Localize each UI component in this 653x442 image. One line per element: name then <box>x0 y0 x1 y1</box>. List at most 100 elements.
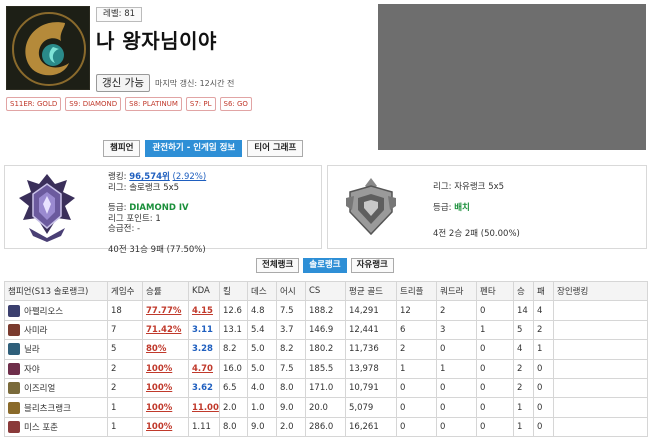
quadra-cell: 1 <box>436 358 477 379</box>
column-header[interactable]: 평균 골드 <box>345 280 397 302</box>
l-value: 1 <box>537 344 543 355</box>
w-value: 2 <box>517 363 523 374</box>
w-value: 1 <box>517 421 523 432</box>
tab-tier-graph[interactable]: 티어 그래프 <box>247 140 304 157</box>
column-header[interactable]: 게임수 <box>107 280 143 302</box>
summoner-name: 나 왕자님이야 <box>96 29 217 53</box>
l-cell: 0 <box>533 358 554 379</box>
kda-value: 11.00 <box>192 402 219 413</box>
table-body: 아펠리오스 18 77.77% 4.15 12.6 4.8 7.5 188.2 14,291 12… <box>4 300 648 438</box>
games-cell: 18 <box>107 300 143 321</box>
queue-all-button[interactable]: 전체랭크 <box>256 258 300 273</box>
table-row[interactable]: 아펠리오스 18 77.77% 4.15 12.6 4.8 7.5 188.2 14,291 12… <box>4 300 648 321</box>
quadra-value: 0 <box>440 344 446 355</box>
gold-cell: 16,261 <box>345 416 397 438</box>
k-cell: 2.0 <box>219 397 248 418</box>
triple-cell: 12 <box>396 300 437 321</box>
rank-percent[interactable]: (2.92%) <box>173 172 207 182</box>
champion-name: 미스 포춘 <box>24 422 58 433</box>
champion-cell[interactable]: 블리츠크랭크 <box>4 397 108 418</box>
triple-cell: 6 <box>396 319 437 341</box>
k-value: 8.0 <box>223 421 237 432</box>
table-row[interactable]: 블리츠크랭크 1 100% 11.00 2.0 1.0 9.0 20.0 5,079 0 0 0 1 0 <box>4 397 648 418</box>
d-cell: 4.8 <box>247 300 277 321</box>
column-header[interactable]: 챔피언(S13 솔로랭크) <box>4 280 108 302</box>
league-line: 리그: 솔로랭크 5x5 <box>108 182 180 193</box>
penta-value: 0 <box>480 344 486 355</box>
kda-value: 4.70 <box>192 363 213 374</box>
queue-filter: 전체랭크 솔로랭크 자유랭크 <box>256 258 394 273</box>
l-value: 0 <box>537 402 543 413</box>
penta-value: 0 <box>480 305 486 316</box>
table-row[interactable]: 닐라 5 80% 3.28 8.2 5.0 8.2 180.2 11,736 2 0 0 4 1 <box>4 339 648 360</box>
w-value: 1 <box>517 402 523 413</box>
cs-cell: 171.0 <box>305 377 346 399</box>
champion-cell[interactable]: 자야 <box>4 358 108 379</box>
triple-value: 12 <box>400 305 411 316</box>
penta-cell: 0 <box>476 300 514 321</box>
rank-cell <box>553 339 648 360</box>
a-value: 8.2 <box>280 344 294 355</box>
a-cell: 7.5 <box>276 358 306 379</box>
tab-row: 챔피언 관전하기 - 인게임 정보 티어 그래프 <box>103 140 304 157</box>
d-value: 9.0 <box>251 421 265 432</box>
unranked-emblem-icon <box>346 178 396 236</box>
column-header[interactable]: 어시 <box>276 280 306 302</box>
triple-cell: 0 <box>396 377 437 399</box>
renew-button[interactable]: 갱신 가능 <box>96 74 150 92</box>
champion-cell[interactable]: 아펠리오스 <box>4 300 108 321</box>
triple-value: 0 <box>400 402 406 413</box>
wr-cell: 100% <box>142 397 189 418</box>
table-row[interactable]: 자야 2 100% 4.70 16.0 5.0 7.5 185.5 13,978 1 1 0 2 0 <box>4 358 648 379</box>
cs-cell: 286.0 <box>305 416 346 438</box>
table-row[interactable]: 미스 포춘 1 100% 1.11 8.0 9.0 2.0 286.0 16,261 0 0 0 1 0 <box>4 416 648 438</box>
column-header[interactable]: 킬 <box>219 280 248 302</box>
table-header-row: 챔피언(S13 솔로랭크) 게임수 승률 KDA 킬 데스 어시 CS 평균 골드 트리플 쿼드라 펜… <box>4 280 648 302</box>
a-value: 7.5 <box>280 363 294 374</box>
column-header[interactable]: 장인랭킹 <box>553 280 648 302</box>
league-points-line: 리그 포인트: 1 <box>108 213 161 224</box>
column-header[interactable]: 펜타 <box>476 280 514 302</box>
column-header[interactable]: 트리플 <box>396 280 437 302</box>
column-header[interactable]: 데스 <box>247 280 277 302</box>
column-header[interactable]: 패 <box>533 280 554 302</box>
column-header[interactable]: CS <box>305 280 346 302</box>
rank-value-link[interactable]: 96,574위 <box>129 172 170 182</box>
season-badge: S11ER: GOLD <box>6 97 62 111</box>
table-row[interactable]: 이즈리얼 2 100% 3.62 6.5 4.0 8.0 171.0 10,791 0 0 0 2 0 <box>4 377 648 399</box>
table-row[interactable]: 사미라 7 71.42% 3.11 13.1 5.4 3.7 146.9 12,441 6 3 1 5 2 <box>4 319 648 341</box>
w-value: 14 <box>517 305 528 316</box>
penta-value: 0 <box>480 402 486 413</box>
column-header[interactable]: 쿼드라 <box>436 280 477 302</box>
triple-value: 2 <box>400 344 406 355</box>
tab-spectate[interactable]: 관전하기 - 인게임 정보 <box>145 140 243 157</box>
l-value: 0 <box>537 421 543 432</box>
column-header[interactable]: KDA <box>188 280 220 302</box>
gold-value: 5,079 <box>349 402 374 413</box>
kda-value: 1.11 <box>192 421 211 432</box>
queue-solo-button[interactable]: 솔로랭크 <box>303 258 347 273</box>
champion-name: 블리츠크랭크 <box>24 403 71 414</box>
queue-flex-button[interactable]: 자유랭크 <box>350 258 394 273</box>
column-header[interactable]: 승 <box>513 280 534 302</box>
champion-cell[interactable]: 이즈리얼 <box>4 377 108 399</box>
a-cell: 8.0 <box>276 377 306 399</box>
d-cell: 5.4 <box>247 319 277 341</box>
season-badge: S9: DIAMOND <box>65 97 122 111</box>
column-header[interactable]: 승률 <box>142 280 189 302</box>
champion-cell[interactable]: 닐라 <box>4 339 108 360</box>
a-cell: 3.7 <box>276 319 306 341</box>
tab-champion[interactable]: 챔피언 <box>103 140 141 157</box>
a-value: 7.5 <box>280 305 294 316</box>
quadra-cell: 2 <box>436 300 477 321</box>
w-cell: 14 <box>513 300 534 321</box>
champion-cell[interactable]: 사미라 <box>4 319 108 341</box>
wr-value: 100% <box>146 421 173 432</box>
champion-name: 이즈리얼 <box>24 384 56 395</box>
w-cell: 2 <box>513 377 534 399</box>
season-badge: S7: PL <box>185 97 216 111</box>
champion-cell[interactable]: 미스 포춘 <box>4 416 108 438</box>
games-value: 2 <box>111 383 117 394</box>
champion-name: 사미라 <box>24 325 48 336</box>
k-cell: 16.0 <box>219 358 248 379</box>
